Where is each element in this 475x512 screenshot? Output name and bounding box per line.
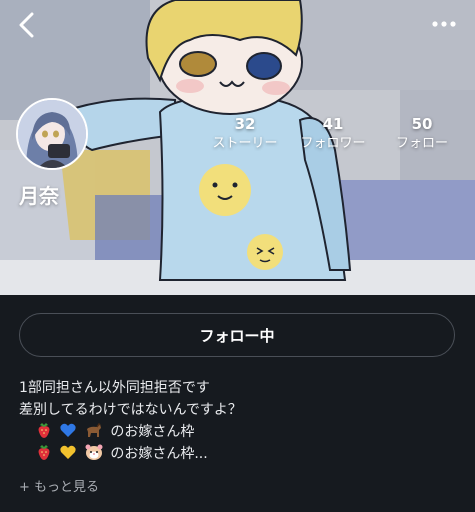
- back-button[interactable]: [10, 8, 44, 42]
- bio-line: 1部同担さん以外同担拒否です: [19, 380, 210, 396]
- stat-followers[interactable]: 41 フォロワー: [297, 114, 369, 154]
- bio-line: のお嫁さん枠: [19, 421, 242, 443]
- stat-followers-label: フォロワー: [300, 136, 366, 151]
- stat-stories[interactable]: 32 ストーリー: [206, 114, 284, 154]
- bio-line-text: のお嫁さん枠...: [110, 446, 208, 462]
- strawberry-icon: [38, 445, 50, 460]
- stat-stories-label: ストーリー: [212, 136, 278, 151]
- stat-following[interactable]: 50 フォロー: [390, 114, 454, 154]
- show-more-link[interactable]: + もっと見る: [19, 476, 99, 495]
- chevron-left-icon: [19, 12, 34, 38]
- avatar-image: [18, 100, 86, 168]
- bio-line-text: のお嫁さん枠: [110, 424, 195, 440]
- profile-header: 月奈 32 ストーリー 41 フォロワー 50 フォロー: [0, 0, 475, 295]
- bio-line: 差別してるわけではないんですよ？: [19, 402, 242, 418]
- stat-following-count: 50: [411, 115, 433, 133]
- stat-stories-count: 32: [234, 115, 256, 133]
- username: 月奈: [19, 184, 59, 208]
- hamster-icon: [85, 444, 103, 460]
- avatar[interactable]: [16, 98, 88, 170]
- horse-icon: [86, 422, 101, 437]
- stat-followers-count: 41: [322, 115, 344, 133]
- blue-heart-icon: [60, 423, 77, 437]
- bio-line: のお嫁さん枠...: [19, 443, 242, 465]
- yellow-heart-icon: [60, 445, 77, 459]
- following-button[interactable]: フォロー中: [19, 313, 455, 357]
- profile-bio: 1部同担さん以外同担拒否です 差別してるわけではないんですよ？ のお嫁さん枠 の…: [19, 377, 242, 465]
- strawberry-icon: [38, 423, 50, 438]
- more-options-button[interactable]: [427, 10, 461, 38]
- more-horizontal-icon: [432, 21, 456, 27]
- stat-following-label: フォロー: [395, 136, 448, 151]
